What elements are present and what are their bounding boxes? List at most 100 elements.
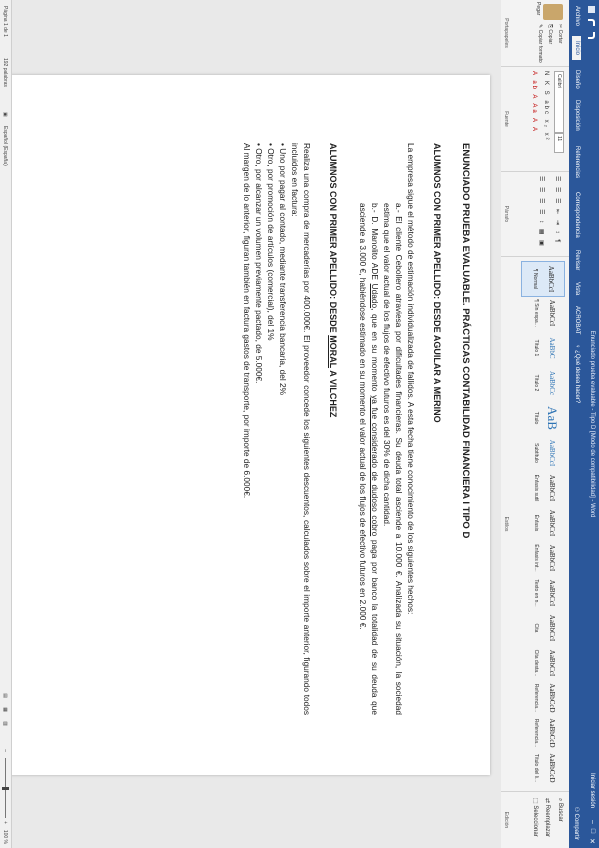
style-gallery-item[interactable]: AaBbCcI ¶ Sin espa...	[523, 296, 565, 330]
read-mode-icon[interactable]: ▤	[2, 693, 8, 698]
font-group-label: Fuente	[503, 111, 509, 127]
style-gallery-item[interactable]: AaBbCcI Cita	[523, 611, 565, 645]
section1-item-a: a.- El cliente Cebollero atraviesa por d…	[382, 203, 404, 715]
style-gallery-item[interactable]: AaBbCcI Énfasis	[523, 506, 565, 540]
tab-revisar[interactable]: Revisar	[574, 250, 580, 270]
zoom-slider-thumb[interactable]	[2, 787, 9, 790]
style-gallery-item[interactable]: AaBbCcD Referencia...	[523, 681, 565, 715]
tell-me-box[interactable]: ♀ ¿Qué desea hacer?	[574, 344, 580, 403]
style-gallery-item[interactable]: AaBbCcD Título del li...	[523, 751, 565, 785]
style-name: Título 1	[533, 339, 539, 357]
tab-referencias[interactable]: Referencias	[574, 146, 580, 178]
font-format-row[interactable]: N K S abc x₂ x²	[543, 71, 549, 142]
paragraph-group-label: Párrafo	[503, 205, 509, 223]
tab-acrobat[interactable]: ACROBAT	[574, 306, 580, 335]
style-name: Referencia...	[533, 718, 539, 748]
font-color-row[interactable]: A ab A Aa A A	[531, 71, 537, 133]
select-button[interactable]: ⬚ Seleccionar	[532, 798, 539, 837]
tab-archivo[interactable]: Archivo	[574, 6, 580, 26]
item-b-text-2: , que en su momento	[370, 308, 380, 396]
paragraph-row-1[interactable]: ☰ ☰ ☰ ⇤ ⇥ ↕ ¶	[554, 176, 561, 244]
section1-item-b: b.- D. Manolito ADE Udado, que en su mom…	[357, 143, 381, 715]
tab-disposicion[interactable]: Disposición	[574, 100, 580, 131]
tab-diseno[interactable]: Diseño	[574, 70, 580, 89]
paste-icon[interactable]	[543, 4, 563, 20]
zoom-in-icon[interactable]: +	[2, 821, 8, 824]
minimize-icon[interactable]: –	[588, 820, 596, 824]
style-sample: AaBbCcI	[548, 299, 556, 327]
style-gallery-item[interactable]: AaBbCc Título 2	[523, 366, 565, 400]
section2-heading-underline: MORAL	[328, 335, 338, 369]
style-sample: AaBbCcI	[548, 509, 556, 537]
style-gallery-item[interactable]: AaBbCcI Énfasis sutil	[523, 471, 565, 505]
font-size-select[interactable]: 11	[554, 133, 564, 153]
format-painter-label: Copiar formato	[537, 29, 543, 63]
style-sample: AaBbCcI	[548, 439, 556, 467]
style-sample: AaBbCcI	[548, 614, 556, 642]
section2-heading: ALUMNOS CON PRIMER APELLIDO: DESDE MORAL…	[327, 143, 339, 715]
share-button[interactable]: ⚇ Compartir	[573, 807, 580, 840]
select-label: Seleccionar	[532, 805, 538, 837]
page-count[interactable]: Página 1 de 1	[2, 6, 8, 37]
style-gallery-item[interactable]: AaBbCcI ¶ Normal	[521, 261, 565, 297]
status-bar: Página 1 de 1 192 palabras ▣ Español (Es…	[0, 0, 12, 848]
style-gallery-item[interactable]: AaBbCcI Subtítulo	[523, 436, 565, 470]
proofing-icon[interactable]: ▣	[2, 112, 8, 117]
word-window: Enunciado prueba evaluable - Tipo D [Mod…	[0, 0, 599, 848]
style-gallery-item[interactable]: AaBbCcI Énfasis int...	[523, 541, 565, 575]
style-gallery-item[interactable]: AaBbCcD Referencia...	[523, 716, 565, 750]
ribbon-tabs: Archivo Inicio Diseño Disposición Refere…	[569, 0, 583, 848]
tab-inicio[interactable]: Inicio	[572, 36, 581, 61]
close-icon[interactable]: ✕	[588, 838, 596, 844]
style-name: Referencia...	[533, 683, 539, 713]
find-button[interactable]: ⌕ Buscar	[556, 798, 563, 822]
style-gallery-item[interactable]: AaB Título	[523, 401, 565, 435]
replace-button[interactable]: ⇄ Reemplazar	[544, 798, 551, 837]
web-layout-icon[interactable]: ▥	[2, 721, 8, 726]
sign-in-link[interactable]: Iniciar sesión	[589, 773, 595, 808]
section2-bullet-2: • Otro, por promoción de artículos (come…	[266, 143, 276, 341]
style-sample: AaBbCcI	[547, 265, 555, 293]
document-page[interactable]: ENUNCIADO PRUEBA EVALUABLE. PRÁCTICAS CO…	[10, 75, 490, 775]
find-label: Buscar	[557, 803, 563, 822]
format-painter-button[interactable]: ✎ Copiar formato	[537, 24, 543, 63]
replace-icon: ⇄	[544, 798, 550, 805]
document-body[interactable]: ENUNCIADO PRUEBA EVALUABLE. PRÁCTICAS CO…	[241, 143, 471, 715]
editing-group: ⌕ Buscar ⇄ Reemplazar ⬚ Seleccionar Edic…	[501, 792, 569, 848]
cut-button[interactable]: ✂ Cortar	[557, 24, 563, 44]
style-sample: AaBbCcI	[548, 579, 556, 607]
style-gallery-item[interactable]: AaBbCcI Texto en n...	[523, 576, 565, 610]
style-name: Texto en n...	[533, 579, 539, 607]
item-b-text-1: b.- D. Manolito ADE	[370, 203, 380, 284]
copy-button[interactable]: ⎘ Copiar	[547, 24, 553, 44]
tab-vista[interactable]: Vista	[574, 282, 580, 295]
maximize-icon[interactable]: □	[588, 829, 596, 833]
print-layout-icon[interactable]: ▦	[2, 707, 8, 712]
word-count[interactable]: 192 palabras	[2, 58, 8, 87]
window-controls: – □ ✕	[588, 820, 596, 844]
cut-label: Cortar	[557, 29, 563, 44]
style-gallery-item[interactable]: AaBbCcI Cita desta...	[523, 646, 565, 680]
style-sample: AaB	[545, 406, 559, 430]
photo-frame: Enunciado prueba evaluable - Tipo D [Mod…	[0, 0, 599, 848]
style-name: Título	[533, 411, 539, 425]
section2-bullet-1: • Uno por pagar al contado, mediante tra…	[278, 143, 288, 395]
zoom-level[interactable]: 100 %	[2, 830, 8, 844]
zoom-out-icon[interactable]: –	[2, 749, 8, 752]
paragraph-row-2[interactable]: ☰ ☰ ☰ ☰ ↕ ▦ ▣	[538, 176, 545, 248]
paste-button[interactable]: Pegar	[535, 2, 541, 15]
share-label: Compartir	[573, 813, 579, 840]
style-name: Subtítulo	[533, 443, 539, 463]
language-indicator[interactable]: Español (España)	[2, 126, 8, 166]
font-family-select[interactable]: Calibri	[554, 71, 564, 133]
style-sample: AaBbC	[548, 337, 556, 359]
style-name: Énfasis	[533, 514, 539, 532]
replace-label: Reemplazar	[544, 804, 550, 838]
ribbon: Pegar ✂ Cortar ⎘ Copiar ✎ Copiar formato…	[500, 0, 569, 848]
clipboard-group-label: Portapapeles	[503, 18, 509, 48]
style-name: ¶ Normal	[532, 268, 538, 290]
tab-correspondencia[interactable]: Correspondencia	[574, 192, 580, 238]
style-gallery-item[interactable]: AaBbC Título 1	[523, 331, 565, 365]
clipboard-group: Pegar ✂ Cortar ⎘ Copiar ✎ Copiar formato…	[501, 0, 569, 67]
